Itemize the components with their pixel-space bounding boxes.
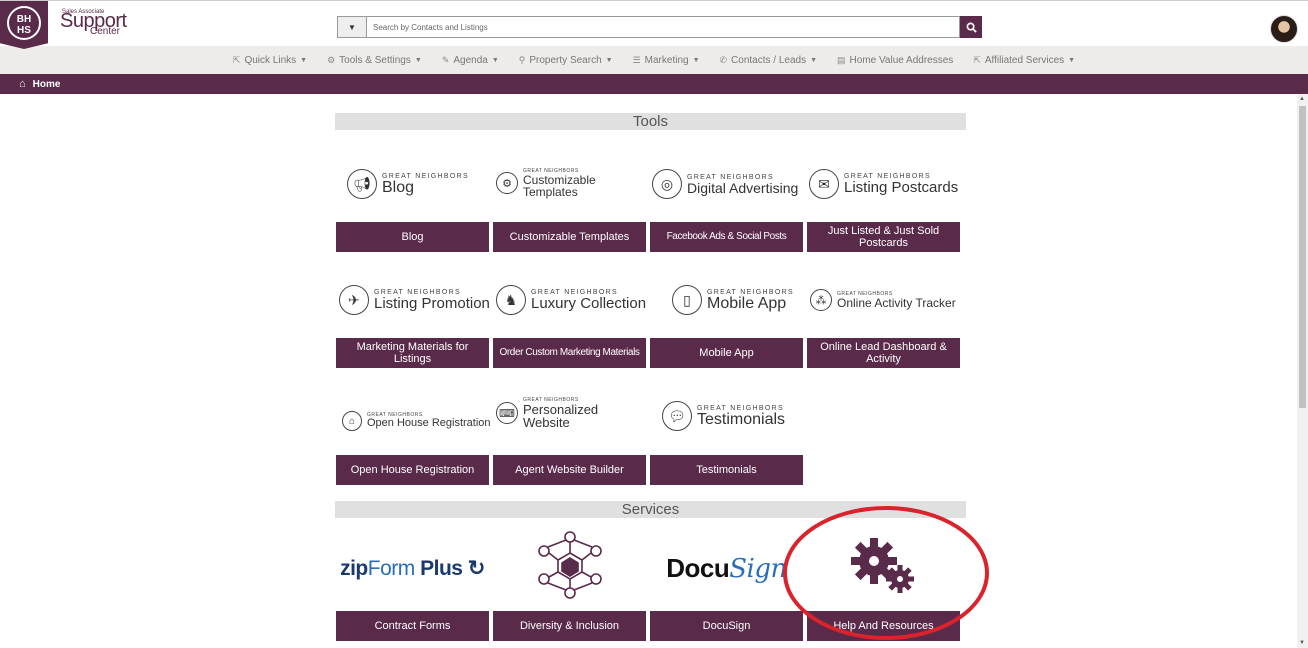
external-link-icon: ⇱ — [232, 54, 241, 65]
bhhs-seal-icon: BH HS — [7, 6, 41, 40]
nav-agenda[interactable]: ✎ Agenda ▼ — [432, 55, 509, 66]
nav-property-search[interactable]: ⚲ Property Search ▼ — [509, 55, 623, 66]
testimonials-button[interactable]: Testimonials — [650, 455, 803, 485]
tools-section-header: Tools — [335, 113, 966, 130]
nav-affiliated-services[interactable]: ⇱ Affiliated Services ▼ — [963, 55, 1085, 66]
brand-online-activity-tracker[interactable]: ⁂ GREAT NEIGHBORS Online Activity Tracker — [810, 280, 962, 320]
mobile-app-button[interactable]: Mobile App — [650, 338, 803, 368]
caret-down-icon: ▼ — [810, 56, 818, 64]
user-avatar[interactable] — [1270, 15, 1298, 43]
facebook-ads-button[interactable]: Facebook Ads & Social Posts — [650, 222, 803, 252]
main-nav: ⇱ Quick Links ▼ ⚙ Tools & Settings ▼ ✎ Agenda… — [0, 46, 1308, 74]
brand-blog[interactable]: 📢︎ GREAT NEIGHBORS Blog — [347, 164, 499, 204]
brand-customizable-templates[interactable]: ⚙ GREAT NEIGHBORS Customizable Templates — [496, 163, 648, 203]
document-icon: ▤ — [837, 54, 846, 65]
nav-tools-settings[interactable]: ⚙ Tools & Settings ▼ — [317, 55, 432, 66]
scroll-thumb[interactable] — [1299, 106, 1306, 408]
caret-down-icon: ▼ — [348, 22, 356, 32]
search-scope-dropdown[interactable]: ▼ — [337, 16, 367, 38]
caret-down-icon: ▼ — [692, 56, 700, 64]
breadcrumb: ⌂ Home — [0, 74, 1308, 94]
mobile-phone-icon: ▯ — [672, 285, 702, 315]
caret-down-icon: ▼ — [300, 56, 308, 64]
diversity-logo[interactable] — [493, 531, 646, 599]
bhhs-logo[interactable]: BH HS — [0, 1, 48, 49]
chess-knight-icon: ♞ — [496, 285, 526, 315]
brand-listing-postcards[interactable]: ✉ GREAT NEIGHBORS Listing Postcards — [809, 164, 961, 204]
brand-luxury-collection[interactable]: ♞ GREAT NEIGHBORS Luxury Collection — [496, 280, 648, 320]
header: BH HS Sales Associate Support Center ▼ — [0, 0, 1308, 49]
list-icon: ☰ — [632, 54, 641, 65]
nav-marketing[interactable]: ☰ Marketing ▼ — [623, 55, 710, 66]
brand-personalized-website[interactable]: ⌨ GREAT NEIGHBORS Personalized Website — [496, 393, 648, 433]
paper-plane-icon: ✈ — [339, 285, 369, 315]
nav-contacts-leads[interactable]: ✆ Contacts / Leads ▼ — [710, 55, 828, 66]
contract-forms-button[interactable]: Contract Forms — [336, 611, 489, 641]
zipform-arrow-icon: ↻ — [467, 556, 486, 580]
open-house-icon: ⌂ — [342, 411, 362, 431]
customizable-templates-button[interactable]: Customizable Templates — [493, 222, 646, 252]
code-window-icon: ⌨ — [496, 402, 518, 424]
blog-button[interactable]: Blog — [336, 222, 489, 252]
mailbox-icon: ✉ — [809, 169, 839, 199]
caret-down-icon: ▼ — [414, 56, 422, 64]
marketing-materials-button[interactable]: Marketing Materials for Listings — [336, 338, 489, 368]
docusign-logo[interactable]: DocuSign — [650, 538, 803, 598]
agent-website-builder-button[interactable]: Agent Website Builder — [493, 455, 646, 485]
global-search: ▼ — [337, 16, 982, 38]
open-house-registration-button[interactable]: Open House Registration — [336, 455, 489, 485]
scroll-up-icon[interactable]: ▲ — [1299, 96, 1305, 102]
home-icon[interactable]: ⌂ — [19, 78, 26, 90]
phone-icon: ✆ — [719, 54, 728, 65]
speech-bubbles-icon: 💬︎ — [662, 401, 692, 431]
caret-down-icon: ▼ — [491, 56, 499, 64]
breadcrumb-home[interactable]: Home — [33, 79, 61, 90]
brand-open-house-registration[interactable]: ⌂ GREAT NEIGHBORS Open House Registration — [342, 401, 494, 441]
activity-network-icon: ⁂ — [810, 289, 832, 311]
cogs-icon: ⚙ — [327, 54, 336, 65]
nav-quick-links[interactable]: ⇱ Quick Links ▼ — [223, 55, 317, 66]
diversity-inclusion-button[interactable]: Diversity & Inclusion — [493, 611, 646, 641]
search-button[interactable] — [960, 16, 982, 38]
brand-digital-advertising[interactable]: ◎ GREAT NEIGHBORS Digital Advertising — [652, 164, 804, 204]
search-icon: ⚲ — [518, 54, 526, 65]
external-link-icon: ⇱ — [973, 54, 981, 65]
scroll-down-icon[interactable]: ▼ — [1299, 640, 1305, 646]
order-custom-marketing-button[interactable]: Order Custom Marketing Materials — [493, 338, 646, 368]
highlight-annotation — [783, 506, 989, 640]
brand-mobile-app[interactable]: ▯ GREAT NEIGHBORS Mobile App — [672, 280, 824, 320]
search-icon — [966, 22, 977, 33]
edit-icon: ✎ — [441, 54, 450, 65]
megaphone-icon: 📢︎ — [347, 169, 377, 199]
search-input[interactable] — [367, 16, 960, 38]
caret-down-icon: ▼ — [605, 56, 613, 64]
templates-icon: ⚙ — [496, 172, 518, 194]
diversity-network-icon — [537, 531, 602, 599]
target-icon: ◎ — [652, 169, 682, 199]
zipform-plus-logo[interactable]: zipForm Plus ↻ — [336, 538, 489, 598]
postcards-button[interactable]: Just Listed & Just Sold Postcards — [807, 222, 960, 252]
logo-sub-text: Center — [90, 26, 121, 37]
online-lead-dashboard-button[interactable]: Online Lead Dashboard & Activity — [807, 338, 960, 368]
brand-listing-promotion[interactable]: ✈ GREAT NEIGHBORS Listing Promotion — [339, 280, 491, 320]
page-scrollbar[interactable]: ▲ ▼ — [1297, 94, 1308, 648]
caret-down-icon: ▼ — [1068, 56, 1076, 64]
brand-testimonials[interactable]: 💬︎ GREAT NEIGHBORS Testimonials — [662, 396, 814, 436]
docusign-button[interactable]: DocuSign — [650, 611, 803, 641]
nav-home-value-addresses[interactable]: ▤ Home Value Addresses — [827, 55, 963, 66]
